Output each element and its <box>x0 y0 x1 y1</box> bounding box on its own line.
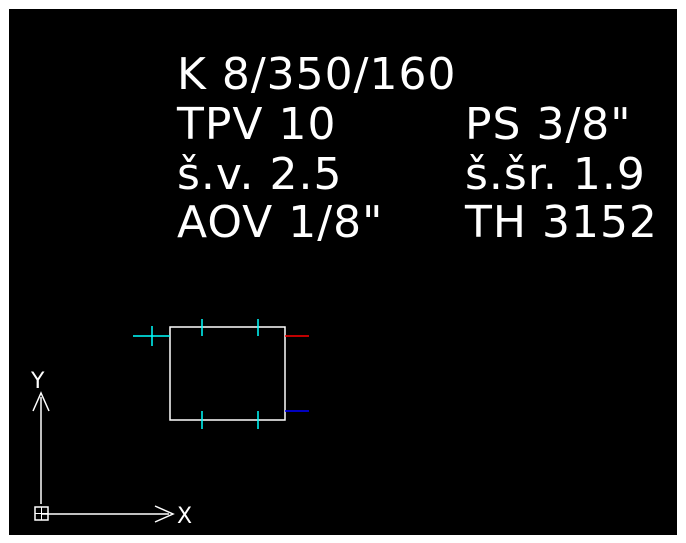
drawing-canvas[interactable]: K 8/350/160 TPV 10 PS 3/8" š.v. 2.5 š.šr… <box>9 9 677 535</box>
ucs-y-label: Y <box>30 369 45 394</box>
annotation-ps: PS 3/8" <box>465 99 632 150</box>
window-frame: K 8/350/160 TPV 10 PS 3/8" š.v. 2.5 š.šr… <box>0 0 686 543</box>
annotation-aov: AOV 1/8" <box>177 197 383 248</box>
annotation-th: TH 3152 <box>464 197 658 248</box>
ucs-x-label: X <box>177 504 192 529</box>
annotation-line-1: K 8/350/160 <box>177 49 456 100</box>
annotation-ssr: š.šr. 1.9 <box>465 149 646 200</box>
drawing-svg: K 8/350/160 TPV 10 PS 3/8" š.v. 2.5 š.šr… <box>30 49 658 529</box>
annotation-tpv: TPV 10 <box>176 99 336 150</box>
ucs-icon: Y X <box>30 369 192 529</box>
annotation-sv: š.v. 2.5 <box>177 149 342 200</box>
radiator-outline[interactable] <box>169 326 286 421</box>
